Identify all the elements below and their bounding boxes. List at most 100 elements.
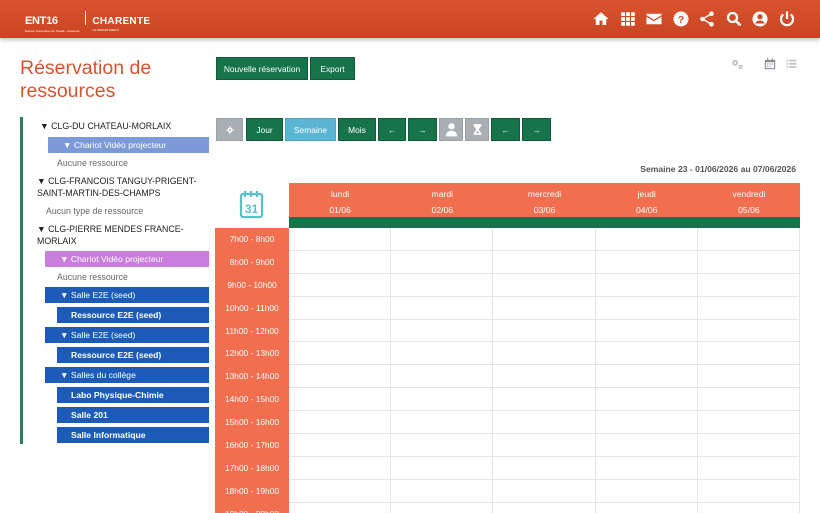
power-icon[interactable] bbox=[774, 9, 801, 29]
pending-filter-button[interactable] bbox=[465, 118, 489, 141]
resource-e2e-1[interactable]: Ressource E2E (seed) bbox=[57, 307, 209, 323]
structure-clg-francois-tanguy[interactable]: ▼ CLG-FRANCOIS TANGUY-PRIGENT-SAINT-MART… bbox=[37, 175, 207, 199]
time-slot-cell[interactable] bbox=[391, 479, 494, 502]
resource-salle-informatique[interactable]: Salle Informatique bbox=[57, 427, 209, 443]
time-slot-cell[interactable] bbox=[391, 250, 494, 273]
time-slot-cell[interactable] bbox=[391, 228, 494, 250]
time-slot-cell[interactable] bbox=[596, 319, 698, 342]
structure-clg-du-chateau[interactable]: ▼ CLG-DU CHATEAU-MORLAIX bbox=[40, 120, 171, 132]
time-slot-cell[interactable] bbox=[596, 456, 698, 479]
time-slot-cell[interactable] bbox=[698, 479, 800, 502]
list-icon[interactable] bbox=[785, 57, 799, 71]
export-button[interactable]: Export bbox=[310, 57, 355, 80]
share-icon[interactable] bbox=[694, 9, 721, 29]
time-slot-cell[interactable] bbox=[391, 434, 494, 456]
time-slot-cell[interactable] bbox=[391, 365, 494, 388]
calendar-settings-button[interactable] bbox=[216, 118, 243, 141]
time-slot-cell[interactable] bbox=[391, 273, 494, 296]
time-slot-cell[interactable] bbox=[596, 411, 698, 434]
resource-labo-physique[interactable]: Labo Physique-Chimie bbox=[57, 387, 209, 403]
time-slot-cell[interactable] bbox=[493, 273, 596, 296]
week-view-button[interactable]: Semaine bbox=[285, 118, 336, 141]
time-slot-cell[interactable] bbox=[698, 411, 800, 434]
time-slot-cell[interactable] bbox=[698, 250, 800, 273]
time-slot-cell[interactable] bbox=[289, 342, 392, 365]
time-slot-cell[interactable] bbox=[698, 456, 800, 479]
time-slot-cell[interactable] bbox=[493, 319, 596, 342]
time-slot-cell[interactable] bbox=[493, 434, 596, 456]
resource-e2e-2[interactable]: Ressource E2E (seed) bbox=[57, 347, 209, 363]
previous-period-button[interactable]: ← bbox=[378, 118, 406, 141]
day-header-wednesday[interactable]: mercredi 03/06 bbox=[493, 183, 595, 217]
time-slot-cell[interactable] bbox=[289, 434, 392, 456]
time-slot-cell[interactable] bbox=[391, 319, 494, 342]
time-slot-cell[interactable] bbox=[391, 296, 494, 319]
day-header-thursday[interactable]: jeudi 04/06 bbox=[596, 183, 698, 217]
time-slot-cell[interactable] bbox=[596, 273, 698, 296]
type-salles-du-college[interactable]: ▼ Salles du collège bbox=[45, 367, 209, 383]
time-slot-cell[interactable] bbox=[698, 319, 800, 342]
time-slot-cell[interactable] bbox=[493, 411, 596, 434]
time-slot-cell[interactable] bbox=[596, 342, 698, 365]
day-header-friday[interactable]: vendredi 05/06 bbox=[698, 183, 800, 217]
time-slot-cell[interactable] bbox=[596, 365, 698, 388]
mail-icon[interactable] bbox=[641, 9, 668, 29]
time-slot-cell[interactable] bbox=[391, 411, 494, 434]
next-week-button[interactable]: → bbox=[522, 118, 551, 141]
next-period-button[interactable]: → bbox=[408, 118, 437, 141]
time-slot-cell[interactable] bbox=[596, 296, 698, 319]
calendar-icon[interactable] bbox=[763, 57, 777, 71]
user-icon[interactable] bbox=[747, 9, 774, 29]
type-salle-e2e-2[interactable]: ▼ Salle E2E (seed) bbox=[45, 327, 209, 343]
time-slot-cell[interactable] bbox=[596, 502, 698, 513]
time-slot-cell[interactable] bbox=[289, 365, 392, 388]
new-reservation-button[interactable]: Nouvelle réservation bbox=[216, 57, 308, 80]
time-slot-cell[interactable] bbox=[493, 502, 596, 513]
time-slot-cell[interactable] bbox=[596, 434, 698, 456]
type-chariot-video-1[interactable]: ▼ Chariot Vidéo projecteur bbox=[48, 137, 209, 153]
time-slot-cell[interactable] bbox=[391, 502, 494, 513]
time-slot-cell[interactable] bbox=[698, 342, 800, 365]
time-slot-cell[interactable] bbox=[596, 250, 698, 273]
time-slot-cell[interactable] bbox=[493, 388, 596, 411]
time-slot-cell[interactable] bbox=[289, 319, 392, 342]
time-slot-cell[interactable] bbox=[493, 479, 596, 502]
time-slot-cell[interactable] bbox=[493, 365, 596, 388]
time-slot-cell[interactable] bbox=[698, 228, 800, 250]
time-slot-cell[interactable] bbox=[289, 456, 392, 479]
time-slot-cell[interactable] bbox=[596, 479, 698, 502]
time-slot-cell[interactable] bbox=[289, 273, 392, 296]
time-slot-cell[interactable] bbox=[289, 502, 392, 513]
time-slot-cell[interactable] bbox=[493, 296, 596, 319]
time-slot-cell[interactable] bbox=[493, 342, 596, 365]
time-slot-cell[interactable] bbox=[289, 411, 392, 434]
time-slot-cell[interactable] bbox=[698, 434, 800, 456]
month-view-button[interactable]: Mois bbox=[338, 118, 376, 141]
apps-grid-icon[interactable] bbox=[615, 9, 642, 29]
time-slot-cell[interactable] bbox=[493, 456, 596, 479]
time-slot-cell[interactable] bbox=[493, 228, 596, 250]
ent-logo[interactable]: ENT16 Espace Numérique de Travail - Char… bbox=[25, 11, 150, 33]
time-slot-cell[interactable] bbox=[391, 342, 494, 365]
owner-filter-button[interactable] bbox=[439, 118, 463, 141]
type-chariot-video-2[interactable]: ▼ Chariot Vidéo projecteur bbox=[45, 251, 209, 267]
home-icon[interactable] bbox=[588, 9, 615, 29]
time-slot-cell[interactable] bbox=[698, 365, 800, 388]
day-header-monday[interactable]: lundi 01/06 bbox=[289, 183, 391, 217]
time-slot-cell[interactable] bbox=[596, 228, 698, 250]
time-slot-cell[interactable] bbox=[391, 388, 494, 411]
help-icon[interactable]: ? bbox=[668, 9, 695, 29]
day-view-button[interactable]: Jour bbox=[246, 118, 283, 141]
structure-clg-pierre-mendes[interactable]: ▼ CLG-PIERRE MENDES FRANCE-MORLAIX bbox=[37, 223, 207, 247]
time-slot-cell[interactable] bbox=[289, 250, 392, 273]
time-slot-cell[interactable] bbox=[289, 479, 392, 502]
time-slot-cell[interactable] bbox=[698, 502, 800, 513]
time-slot-cell[interactable] bbox=[596, 388, 698, 411]
time-slot-cell[interactable] bbox=[493, 250, 596, 273]
time-slot-cell[interactable] bbox=[289, 228, 392, 250]
time-slot-cell[interactable] bbox=[698, 273, 800, 296]
search-icon[interactable] bbox=[721, 9, 748, 29]
time-slot-cell[interactable] bbox=[289, 388, 392, 411]
time-slot-cell[interactable] bbox=[698, 388, 800, 411]
time-slot-cell[interactable] bbox=[391, 456, 494, 479]
